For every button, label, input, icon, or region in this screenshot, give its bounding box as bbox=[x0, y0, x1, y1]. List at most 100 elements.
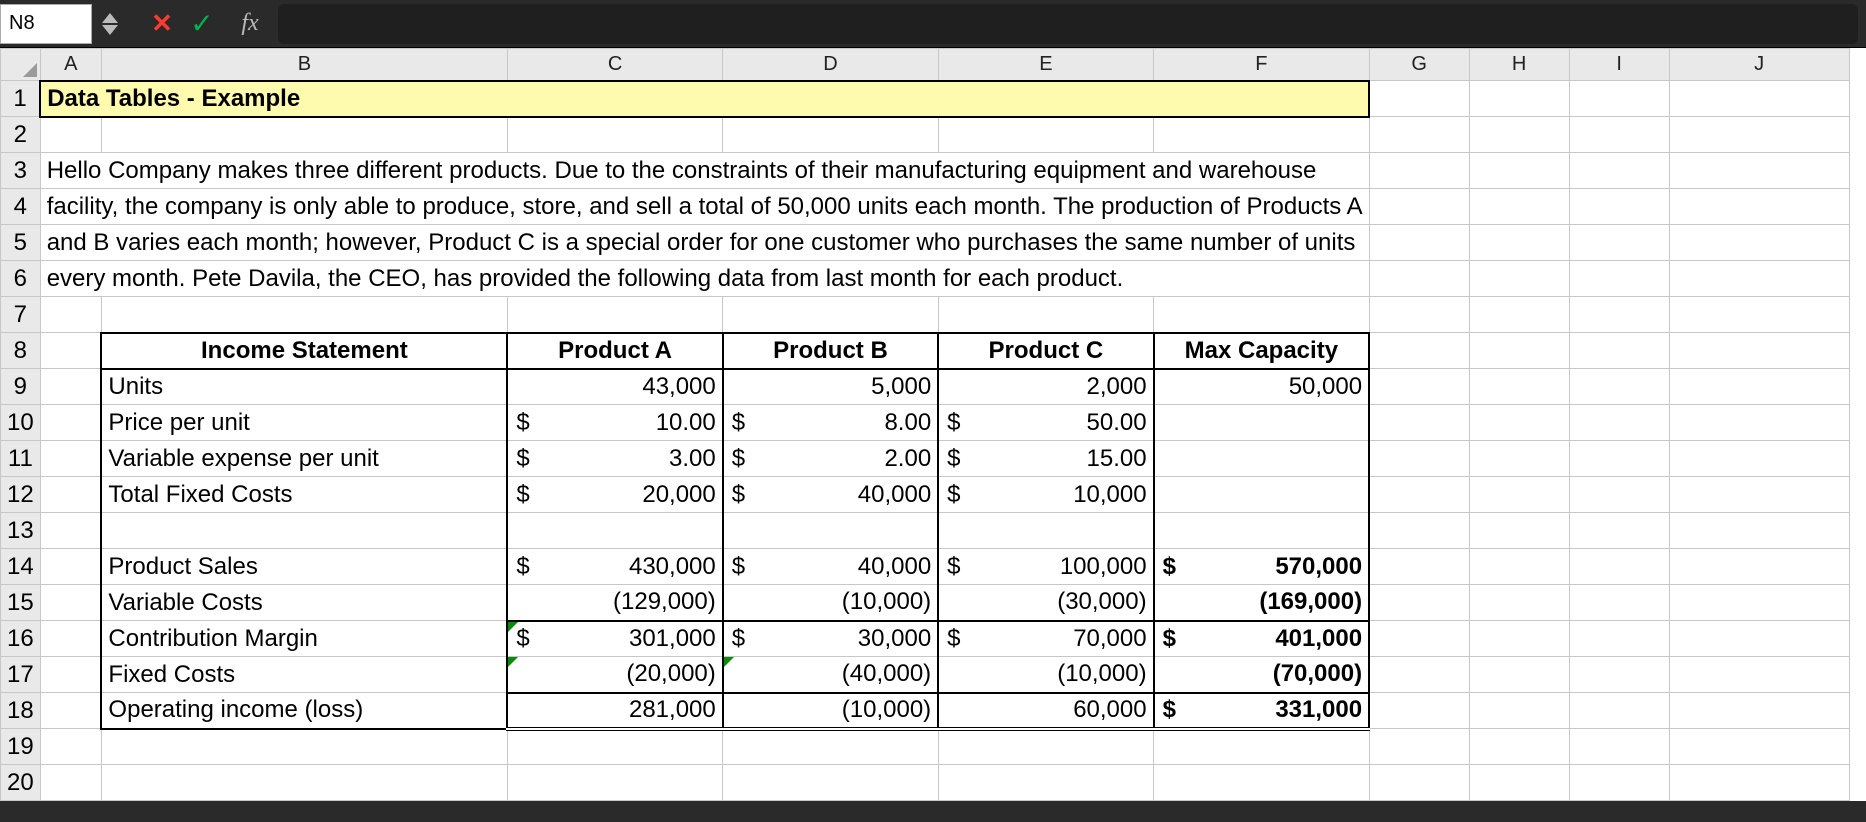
paragraph-line[interactable]: and B varies each month; however, Produc… bbox=[40, 225, 1369, 261]
confirm-icon[interactable]: ✓ bbox=[182, 7, 222, 40]
table-row: 4 facility, the company is only able to … bbox=[1, 189, 1850, 225]
table-row: 20 bbox=[1, 765, 1850, 801]
row-label[interactable]: Variable Costs bbox=[101, 585, 507, 621]
col-header[interactable]: F bbox=[1154, 49, 1370, 81]
row-label[interactable]: Total Fixed Costs bbox=[101, 477, 507, 513]
row-header[interactable]: 18 bbox=[1, 693, 41, 729]
row-header[interactable]: 16 bbox=[1, 621, 41, 657]
row-header[interactable]: 2 bbox=[1, 117, 41, 153]
cell[interactable]: $3.00 bbox=[507, 441, 722, 477]
cell[interactable]: $570,000 bbox=[1154, 549, 1370, 585]
name-box-stepper[interactable] bbox=[96, 4, 124, 44]
table-row: 19 bbox=[1, 729, 1850, 765]
cell[interactable]: $430,000 bbox=[507, 549, 722, 585]
table-row: 18 Operating income (loss) 281,000 (10,0… bbox=[1, 693, 1850, 729]
col-header[interactable]: B bbox=[101, 49, 507, 81]
row-header[interactable]: 4 bbox=[1, 189, 41, 225]
table-header[interactable]: Product C bbox=[938, 333, 1153, 369]
row-header[interactable]: 14 bbox=[1, 549, 41, 585]
row-label[interactable]: Units bbox=[101, 369, 507, 405]
cancel-icon[interactable]: ✕ bbox=[142, 8, 182, 39]
cell[interactable]: (30,000) bbox=[938, 585, 1153, 621]
row-header[interactable]: 15 bbox=[1, 585, 41, 621]
col-header[interactable]: C bbox=[507, 49, 722, 81]
col-header[interactable]: E bbox=[938, 49, 1153, 81]
cell[interactable]: $70,000 bbox=[938, 621, 1153, 657]
chevron-up-icon bbox=[102, 13, 118, 23]
cell[interactable]: (10,000) bbox=[938, 657, 1153, 693]
row-header[interactable]: 8 bbox=[1, 333, 41, 369]
row-header[interactable]: 6 bbox=[1, 261, 41, 297]
cell[interactable]: 50,000 bbox=[1154, 369, 1370, 405]
spreadsheet-grid[interactable]: A B C D E F G H I J 1 Data Tables - Exam… bbox=[0, 48, 1866, 801]
row-label[interactable]: Price per unit bbox=[101, 405, 507, 441]
col-header[interactable]: G bbox=[1369, 49, 1469, 81]
select-all-corner[interactable] bbox=[1, 49, 41, 81]
col-header[interactable]: I bbox=[1569, 49, 1669, 81]
table-row: 10 Price per unit $10.00 $8.00 $50.00 bbox=[1, 405, 1850, 441]
cell[interactable]: $30,000 bbox=[723, 621, 938, 657]
cell[interactable]: $10.00 bbox=[507, 405, 722, 441]
table-header[interactable]: Product B bbox=[723, 333, 938, 369]
cell[interactable]: 5,000 bbox=[723, 369, 938, 405]
row-header[interactable]: 13 bbox=[1, 513, 41, 549]
row-header[interactable]: 10 bbox=[1, 405, 41, 441]
row-header[interactable]: 5 bbox=[1, 225, 41, 261]
table-header[interactable]: Income Statement bbox=[101, 333, 507, 369]
cell[interactable]: (169,000) bbox=[1154, 585, 1370, 621]
cell[interactable]: (70,000) bbox=[1154, 657, 1370, 693]
cell[interactable]: $331,000 bbox=[1154, 693, 1370, 729]
table-header[interactable]: Max Capacity bbox=[1154, 333, 1370, 369]
col-header[interactable]: J bbox=[1669, 49, 1849, 81]
table-header[interactable]: Product A bbox=[507, 333, 722, 369]
cell[interactable]: (10,000) bbox=[723, 693, 938, 729]
row-label[interactable]: Product Sales bbox=[101, 549, 507, 585]
page-title[interactable]: Data Tables - Example bbox=[40, 81, 1369, 117]
row-header[interactable]: 20 bbox=[1, 765, 41, 801]
row-header[interactable]: 3 bbox=[1, 153, 41, 189]
cell[interactable]: $100,000 bbox=[938, 549, 1153, 585]
cell[interactable]: $40,000 bbox=[723, 477, 938, 513]
cell[interactable]: $50.00 bbox=[938, 405, 1153, 441]
row-header[interactable]: 1 bbox=[1, 81, 41, 117]
paragraph-line[interactable]: every month. Pete Davila, the CEO, has p… bbox=[40, 261, 1369, 297]
cell[interactable]: $40,000 bbox=[723, 549, 938, 585]
row-header[interactable]: 9 bbox=[1, 369, 41, 405]
table-row: 16 Contribution Margin $301,000 $30,000 … bbox=[1, 621, 1850, 657]
paragraph-line[interactable]: Hello Company makes three different prod… bbox=[40, 153, 1369, 189]
cell[interactable]: $10,000 bbox=[938, 477, 1153, 513]
cell[interactable]: (129,000) bbox=[507, 585, 722, 621]
row-header[interactable]: 19 bbox=[1, 729, 41, 765]
row-label[interactable]: Variable expense per unit bbox=[101, 441, 507, 477]
name-box[interactable]: N8 bbox=[0, 4, 92, 44]
row-header[interactable]: 11 bbox=[1, 441, 41, 477]
cell[interactable]: 2,000 bbox=[938, 369, 1153, 405]
col-header[interactable]: D bbox=[723, 49, 938, 81]
table-row: 2 bbox=[1, 117, 1850, 153]
row-header[interactable]: 7 bbox=[1, 297, 41, 333]
cell[interactable]: $401,000 bbox=[1154, 621, 1370, 657]
cell[interactable]: (10,000) bbox=[723, 585, 938, 621]
formula-input[interactable] bbox=[278, 4, 1858, 44]
row-header[interactable]: 12 bbox=[1, 477, 41, 513]
error-flag-icon bbox=[508, 657, 518, 667]
cell[interactable]: $8.00 bbox=[723, 405, 938, 441]
cell[interactable]: (20,000) bbox=[507, 657, 722, 693]
table-row: 13 bbox=[1, 513, 1850, 549]
cell[interactable]: 60,000 bbox=[938, 693, 1153, 729]
fx-icon[interactable]: fx bbox=[230, 10, 270, 37]
cell[interactable]: $20,000 bbox=[507, 477, 722, 513]
cell[interactable]: 43,000 bbox=[507, 369, 722, 405]
row-label[interactable]: Operating income (loss) bbox=[101, 693, 507, 729]
cell[interactable]: $301,000 bbox=[507, 621, 722, 657]
col-header[interactable]: A bbox=[40, 49, 101, 81]
row-label[interactable]: Contribution Margin bbox=[101, 621, 507, 657]
cell[interactable]: $2.00 bbox=[723, 441, 938, 477]
cell[interactable]: (40,000) bbox=[723, 657, 938, 693]
cell[interactable]: 281,000 bbox=[507, 693, 722, 729]
row-label[interactable]: Fixed Costs bbox=[101, 657, 507, 693]
cell[interactable]: $15.00 bbox=[938, 441, 1153, 477]
col-header[interactable]: H bbox=[1469, 49, 1569, 81]
row-header[interactable]: 17 bbox=[1, 657, 41, 693]
paragraph-line[interactable]: facility, the company is only able to pr… bbox=[40, 189, 1369, 225]
